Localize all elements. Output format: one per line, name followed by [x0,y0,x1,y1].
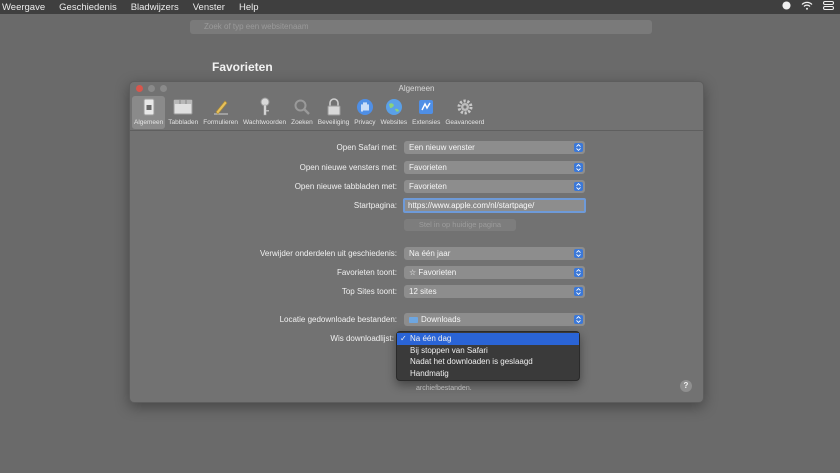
gear-icon [455,97,475,117]
menu-bar: Weergave Geschiedenis Bladwijzers Venste… [0,0,840,14]
key-icon [255,97,275,117]
tab-tabbladen[interactable]: Tabbladen [166,96,200,129]
tab-label: Formulieren [203,119,238,126]
new-tabs-label: Open nieuwe tabbladen met: [294,182,397,191]
option-handmatig[interactable]: Handmatig [397,368,579,380]
row-new-windows: Open nieuwe vensters met: Favorieten [130,161,703,175]
favorites-shows-value: ☆ Favorieten [409,268,457,277]
switch-icon [139,97,159,117]
row-top-sites: Top Sites toont: 12 sites [130,285,703,299]
updown-arrows-icon [574,182,583,191]
puzzle-icon [416,97,436,117]
clear-downloads-dropdown: ✓ Na één dag Bij stoppen van Safari Nada… [396,331,580,381]
tab-label: Zoeken [291,119,313,126]
tab-formulieren[interactable]: Formulieren [201,96,240,129]
row-open-safari: Open Safari met: Een nieuw venster [130,141,703,155]
updown-arrows-icon [574,315,583,324]
tab-extensies[interactable]: Extensies [410,96,442,129]
homepage-label: Startpagina: [353,201,397,210]
tab-websites[interactable]: Websites [379,96,410,129]
tab-label: Tabbladen [168,119,199,126]
tab-wachtwoorden[interactable]: Wachtwoorden [241,96,288,129]
toolbar-divider [130,130,703,131]
page-title: Favorieten [212,60,273,74]
option-label: Handmatig [410,368,449,378]
tab-label: Geavanceerd [445,119,485,126]
lock-icon [324,97,344,117]
menu-weergave[interactable]: Weergave [0,2,49,13]
new-tabs-value: Favorieten [409,182,447,191]
new-windows-popup[interactable]: Favorieten [404,161,585,174]
option-label: Na één dag [410,334,452,343]
tab-privacy[interactable]: Privacy [352,96,377,129]
tab-label: Algemeen [134,119,164,126]
download-footnote: archiefbestanden. [416,385,472,392]
globe-icon [384,97,404,117]
row-homepage: Startpagina: https://www.apple.com/nl/st… [130,198,703,213]
remove-history-value: Na één jaar [409,249,451,258]
menu-help[interactable]: Help [235,2,263,13]
checkmark-icon: ✓ [400,334,407,343]
tab-algemeen[interactable]: Algemeen [132,96,166,129]
new-windows-label: Open nieuwe vensters met: [299,163,397,172]
top-sites-popup[interactable]: 12 sites [404,285,585,298]
wifi-icon[interactable] [801,1,813,10]
tabs-icon [173,97,193,117]
updown-arrows-icon [574,268,583,277]
pencil-icon [211,97,231,117]
updown-arrows-icon [574,287,583,296]
updown-arrows-icon [574,249,583,258]
updown-arrows-icon [574,163,583,172]
tab-label: Websites [380,119,408,126]
download-location-value: Downloads [421,315,461,324]
tab-label: Beveiliging [317,119,350,126]
hand-icon [355,97,375,117]
row-new-tabs: Open nieuwe tabbladen met: Favorieten [130,180,703,194]
new-tabs-popup[interactable]: Favorieten [404,180,585,193]
tab-label: Extensies [412,119,441,126]
tab-label: Wachtwoorden [242,119,287,126]
top-sites-value: 12 sites [409,287,437,296]
remove-history-label: Verwijder onderdelen uit geschiedenis: [260,249,397,258]
homepage-input[interactable]: https://www.apple.com/nl/startpage/ [403,198,586,213]
favorites-shows-popup[interactable]: ☆ Favorieten [404,266,585,279]
address-bar[interactable]: Zoek of typ een websitenaam [190,20,652,34]
prefs-toolbar: Algemeen Tabbladen Formulieren Wachtwoor… [132,96,487,130]
option-bij-stoppen[interactable]: Bij stoppen van Safari [397,345,579,357]
window-title: Algemeen [398,84,435,93]
magnifier-icon [292,97,312,117]
row-download-location: Locatie gedownloade bestanden: Downloads [130,313,703,327]
new-windows-value: Favorieten [409,163,447,172]
tab-label: Privacy [354,119,376,126]
tab-beveiliging[interactable]: Beveiliging [316,96,351,129]
tab-zoeken[interactable]: Zoeken [289,96,315,129]
row-remove-history: Verwijder onderdelen uit geschiedenis: N… [130,247,703,261]
download-location-popup[interactable]: Downloads [404,313,585,326]
folder-icon [409,317,418,323]
download-location-label: Locatie gedownloade bestanden: [279,315,397,324]
option-label: Bij stoppen van Safari [410,345,488,355]
status-icons [782,1,834,10]
updown-arrows-icon [574,143,583,152]
tab-geavanceerd[interactable]: Geavanceerd [443,96,486,129]
menu-geschiedenis[interactable]: Geschiedenis [55,2,121,13]
address-placeholder: Zoek of typ een websitenaam [204,22,309,31]
row-favorites-shows: Favorieten toont: ☆ Favorieten [130,266,703,280]
option-label: Nadat het downloaden is geslaagd [410,357,533,366]
control-center-icon[interactable] [823,1,834,10]
option-na-een-dag[interactable]: ✓ Na één dag [397,333,579,345]
favorites-shows-label: Favorieten toont: [336,268,397,277]
open-safari-value: Een nieuw venster [409,143,475,152]
status-dot-icon[interactable] [782,1,791,10]
option-nadat-geslaagd[interactable]: Nadat het downloaden is geslaagd [397,356,579,368]
help-button[interactable]: ? [680,380,692,392]
open-safari-label: Open Safari met: [336,143,397,152]
menu-bladwijzers[interactable]: Bladwijzers [127,2,183,13]
top-sites-label: Top Sites toont: [341,287,397,296]
set-current-page-button[interactable]: Stel in op huidige pagina [404,219,516,231]
clear-downloads-label: Wis downloadlijst: [330,334,394,343]
menu-venster[interactable]: Venster [189,2,229,13]
remove-history-popup[interactable]: Na één jaar [404,247,585,260]
open-safari-popup[interactable]: Een nieuw venster [404,141,585,154]
